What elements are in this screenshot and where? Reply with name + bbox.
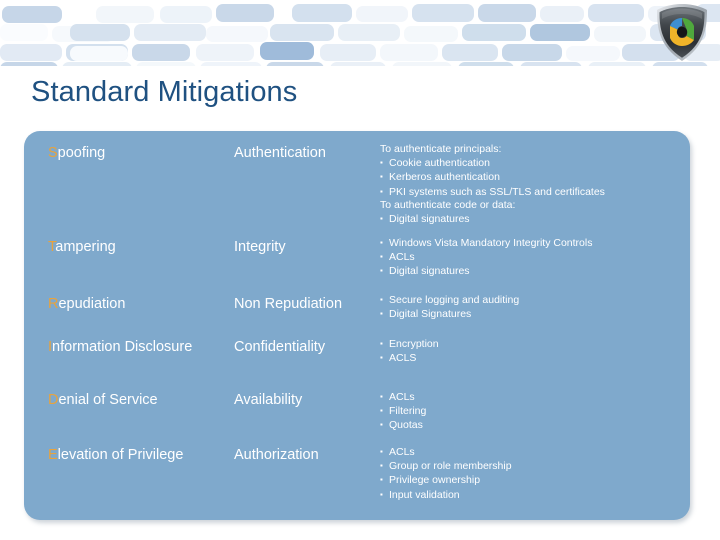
decorative-brick bbox=[462, 24, 526, 41]
decorative-brick bbox=[530, 24, 590, 41]
decorative-brick bbox=[292, 4, 352, 22]
decorative-brick bbox=[330, 62, 386, 66]
threat-accent-letter: D bbox=[48, 392, 59, 408]
threat-label: Spoofing bbox=[48, 145, 248, 161]
decorative-brick bbox=[458, 62, 514, 66]
mitigation-detail-list: Windows Vista Mandatory Integrity Contro… bbox=[380, 236, 680, 279]
threat-accent-letter: S bbox=[48, 145, 58, 161]
security-property-label: Authentication bbox=[234, 145, 326, 161]
mitigation-bullet-item: Kerberos authentication bbox=[380, 170, 680, 184]
decorative-brick bbox=[270, 24, 334, 41]
threat-label: Elevation of Privilege bbox=[48, 447, 248, 463]
mitigation-bullet-item: Privilege ownership bbox=[380, 473, 680, 487]
mitigation-bullet-item: ACLs bbox=[380, 445, 680, 459]
decorative-brick bbox=[520, 62, 582, 66]
mitigation-bullet-item: Cookie authentication bbox=[380, 156, 680, 170]
threat-label: Repudiation bbox=[48, 296, 248, 312]
security-property-label: Confidentiality bbox=[234, 339, 326, 355]
decorative-brick bbox=[206, 26, 268, 42]
mitigation-detail-heading: To authenticate principals: bbox=[380, 143, 502, 155]
threat-accent-letter: E bbox=[48, 447, 58, 463]
decorative-brick bbox=[540, 6, 584, 22]
decorative-brick bbox=[478, 4, 536, 22]
decorative-brick bbox=[196, 44, 254, 61]
decorative-brick bbox=[266, 62, 324, 66]
decorative-brick bbox=[70, 24, 130, 41]
security-property-label: Authorization bbox=[234, 447, 319, 463]
mitigation-bullet-item: ACLs bbox=[380, 390, 680, 404]
decorative-brick bbox=[0, 24, 48, 41]
decorative-brick bbox=[160, 6, 212, 23]
mitigation-detail-list: ACLsGroup or role membershipPrivilege ow… bbox=[380, 445, 680, 502]
threat-label-rest: nformation Disclosure bbox=[52, 339, 193, 355]
threat-accent-letter: R bbox=[48, 296, 59, 312]
mitigation-detail-list: EncryptionACLS bbox=[380, 337, 680, 365]
decorative-brick bbox=[2, 6, 62, 23]
decorative-brick bbox=[412, 4, 474, 22]
mitigation-bullet-item: Digital signatures bbox=[380, 264, 680, 278]
mitigation-bullet-item: Quotas bbox=[380, 418, 680, 432]
decorative-brick bbox=[70, 46, 128, 61]
decorative-brick bbox=[404, 26, 458, 42]
threat-label-rest: enial of Service bbox=[58, 392, 158, 408]
mitigation-bullet-item: Input validation bbox=[380, 488, 680, 502]
decorative-brick bbox=[588, 62, 646, 66]
decorative-brick bbox=[136, 62, 196, 66]
security-property-label: Integrity bbox=[234, 239, 286, 255]
mitigation-bullet-item: Encryption bbox=[380, 337, 680, 351]
mitigation-bullet-item: Secure logging and auditing bbox=[380, 293, 680, 307]
threat-label: Information Disclosure bbox=[48, 339, 248, 355]
decorative-brick bbox=[260, 42, 314, 60]
decorative-brick bbox=[0, 62, 58, 66]
standard-mitigations-table: Spoofing Authentication To authenticate pr… bbox=[24, 131, 690, 520]
mitigation-detail-list: To authenticate principals:Cookie authen… bbox=[380, 143, 680, 226]
page-title: Standard Mitigations bbox=[31, 76, 298, 108]
mitigation-bullet-item: Windows Vista Mandatory Integrity Contro… bbox=[380, 236, 680, 250]
decorative-brick bbox=[216, 4, 274, 22]
decorative-brick bbox=[96, 6, 154, 23]
decorative-brick bbox=[594, 26, 646, 42]
decorative-brick bbox=[132, 44, 190, 61]
threat-label-rest: levation of Privilege bbox=[57, 447, 184, 463]
decorative-brick bbox=[62, 62, 132, 66]
threat-label-rest: epudiation bbox=[58, 296, 126, 312]
decorative-brick bbox=[392, 62, 452, 66]
decorative-brick bbox=[566, 46, 620, 61]
decorative-brick bbox=[442, 44, 498, 61]
decorative-brick-band bbox=[0, 0, 720, 66]
mitigation-bullet-item: PKI systems such as SSL/TLS and certific… bbox=[380, 185, 680, 199]
decorative-brick bbox=[356, 6, 408, 22]
decorative-brick bbox=[320, 44, 376, 61]
mitigation-bullet-item: Filtering bbox=[380, 404, 680, 418]
decorative-brick bbox=[380, 44, 438, 61]
security-property-label: Availability bbox=[234, 392, 303, 408]
threat-label-rest: ampering bbox=[55, 239, 116, 255]
decorative-brick bbox=[0, 44, 62, 61]
decorative-brick bbox=[134, 24, 206, 41]
decorative-brick bbox=[502, 44, 562, 61]
threat-label: Denial of Service bbox=[48, 392, 248, 408]
mitigation-bullet-item: Group or role membership bbox=[380, 459, 680, 473]
security-shield-icon bbox=[652, 2, 712, 64]
mitigation-bullet-item: ACLs bbox=[380, 250, 680, 264]
threat-label: Tampering bbox=[48, 239, 248, 255]
decorative-brick bbox=[200, 62, 262, 66]
threat-label-rest: poofing bbox=[57, 145, 106, 161]
decorative-brick bbox=[588, 4, 644, 22]
mitigation-detail-list: Secure logging and auditingDigital Signa… bbox=[380, 293, 680, 321]
mitigation-bullet-item: Digital signatures bbox=[380, 212, 680, 226]
decorative-brick bbox=[338, 24, 400, 41]
mitigation-bullet-item: Digital Signatures bbox=[380, 307, 680, 321]
security-property-label: Non Repudiation bbox=[234, 296, 343, 312]
mitigation-detail-heading: To authenticate code or data: bbox=[380, 198, 516, 211]
mitigation-bullet-item: ACLS bbox=[380, 351, 680, 365]
mitigation-detail-list: ACLsFilteringQuotas bbox=[380, 390, 680, 433]
